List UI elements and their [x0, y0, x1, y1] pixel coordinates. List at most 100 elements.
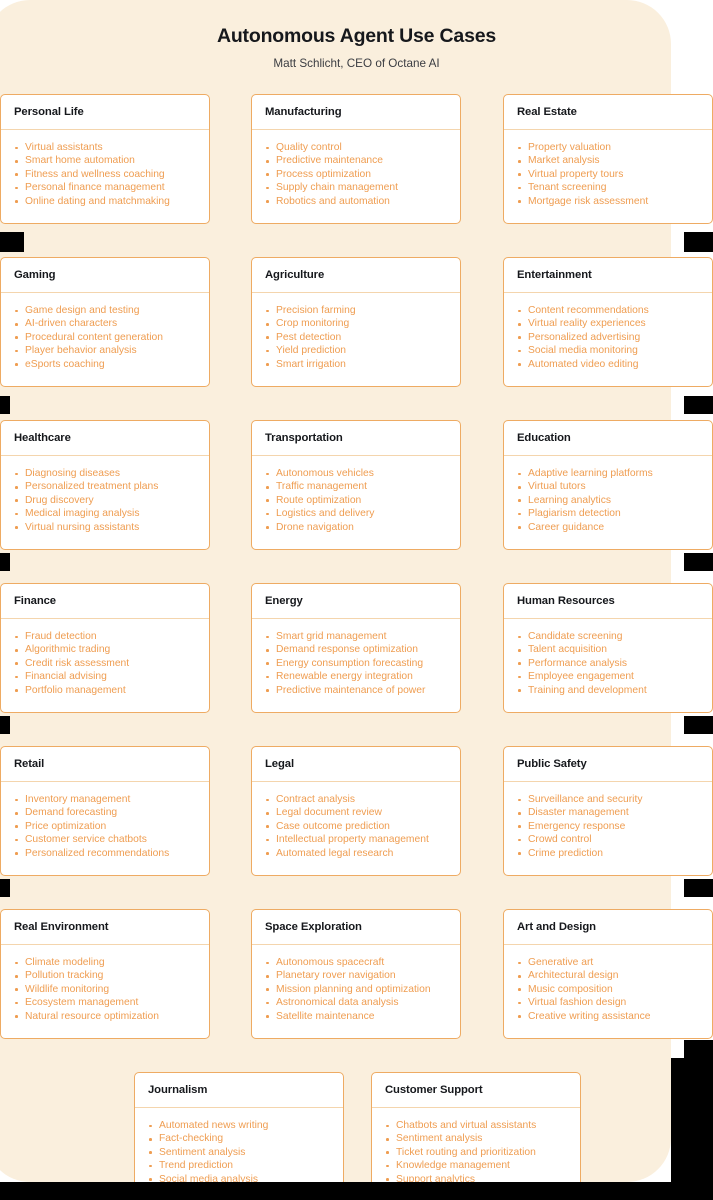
card-header: Personal Life	[1, 95, 209, 130]
use-case-list-item: Market analysis	[514, 154, 702, 167]
use-case-list-item: Online dating and matchmaking	[11, 195, 199, 208]
use-case-list-item: Personalized advertising	[514, 331, 702, 344]
use-case-list-item: Diagnosing diseases	[11, 467, 199, 480]
use-case-list: Candidate screening Talent acquisition Per…	[514, 630, 702, 697]
use-case-list-item: Medical imaging analysis	[11, 507, 199, 520]
use-case-list-item: Automated legal research	[262, 847, 450, 860]
use-case-card[interactable]: Art and Design Generative art Architectura…	[503, 909, 713, 1039]
page-subtitle: Matt Schlicht, CEO of Octane AI	[273, 57, 440, 70]
use-case-list-item: Mortgage risk assessment	[514, 195, 702, 208]
use-case-list-item: Plagiarism detection	[514, 507, 702, 520]
edge-artifact-bottom-right	[671, 1058, 713, 1200]
use-case-list-item: Satellite maintenance	[262, 1010, 450, 1023]
use-case-list-item: Sentiment analysis	[145, 1146, 333, 1159]
use-case-card[interactable]: Real Environment Climate modeling Pollutio…	[0, 909, 210, 1039]
use-case-list-item: Disaster management	[514, 806, 702, 819]
use-case-card[interactable]: Transportation Autonomous vehicles Traffic…	[251, 420, 461, 550]
use-case-list: Inventory management Demand forecasting Pr…	[11, 793, 199, 860]
use-case-list-item: Procedural content generation	[11, 331, 199, 344]
use-case-list-item: Virtual assistants	[11, 141, 199, 154]
use-case-list-item: Price optimization	[11, 820, 199, 833]
use-case-list-item: Virtual fashion design	[514, 996, 702, 1009]
use-case-card[interactable]: Gaming Game design and testing AI-driven c…	[0, 257, 210, 387]
use-case-list-item: Crop monitoring	[262, 317, 450, 330]
use-case-list-item: Player behavior analysis	[11, 344, 199, 357]
edge-artifact-bottom-band	[0, 1182, 713, 1200]
use-case-card[interactable]: Space Exploration Autonomous spacecraft Pl…	[251, 909, 461, 1039]
card-body: Generative art Architectural design Music …	[504, 945, 712, 1023]
card-body: Inventory management Demand forecasting Pr…	[1, 782, 209, 860]
use-case-list-item: Fact-checking	[145, 1132, 333, 1145]
use-case-card[interactable]: Retail Inventory management Demand forecas…	[0, 746, 210, 876]
use-case-list-item: Drone navigation	[262, 521, 450, 534]
card-row: Gaming Game design and testing AI-driven c…	[0, 257, 713, 420]
card-title: Manufacturing	[265, 106, 342, 118]
use-case-list-item: Precision farming	[262, 304, 450, 317]
use-case-card[interactable]: Journalism Automated news writing Fact-che…	[134, 1072, 344, 1200]
page-header: Autonomous Agent Use Cases Matt Schlicht…	[0, 0, 713, 70]
use-case-card[interactable]: Personal Life Virtual assistants Smart hom…	[0, 94, 210, 224]
use-case-card[interactable]: Manufacturing Quality control Predictive m…	[251, 94, 461, 224]
use-case-list-item: Mission planning and optimization	[262, 983, 450, 996]
use-case-list-item: Pest detection	[262, 331, 450, 344]
card-body: Surveillance and security Disaster manage…	[504, 782, 712, 860]
card-header: Journalism	[135, 1073, 343, 1108]
use-case-list-item: Personalized recommendations	[11, 847, 199, 860]
use-case-list: Contract analysis Legal document review Ca…	[262, 793, 450, 860]
card-row: Real Environment Climate modeling Pollutio…	[0, 909, 713, 1072]
card-body: Climate modeling Pollution tracking Wildli…	[1, 945, 209, 1023]
use-case-card[interactable]: Human Resources Candidate screening Talent…	[503, 583, 713, 713]
use-case-list-item: Talent acquisition	[514, 643, 702, 656]
card-header: Education	[504, 421, 712, 456]
card-title: Customer Support	[385, 1084, 483, 1096]
card-title: Real Estate	[517, 106, 577, 118]
use-case-list-item: Trend prediction	[145, 1159, 333, 1172]
use-case-list: Surveillance and security Disaster manage…	[514, 793, 702, 860]
card-title: Agriculture	[265, 269, 325, 281]
use-case-card[interactable]: Public Safety Surveillance and security Di…	[503, 746, 713, 876]
use-case-list-item: Case outcome prediction	[262, 820, 450, 833]
use-case-list: Autonomous spacecraft Planetary rover nav…	[262, 956, 450, 1023]
use-case-list-item: Virtual tutors	[514, 480, 702, 493]
card-body: Virtual assistants Smart home automation F…	[1, 130, 209, 208]
use-case-list: Virtual assistants Smart home automation F…	[11, 141, 199, 208]
use-case-list-item: Knowledge management	[382, 1159, 570, 1172]
use-case-list-item: Content recommendations	[514, 304, 702, 317]
card-header: Entertainment	[504, 258, 712, 293]
use-case-list-item: Performance analysis	[514, 657, 702, 670]
use-case-card[interactable]: Energy Smart grid management Demand respon…	[251, 583, 461, 713]
use-case-list-item: Generative art	[514, 956, 702, 969]
card-header: Healthcare	[1, 421, 209, 456]
use-case-card[interactable]: Entertainment Content recommendations Virt…	[503, 257, 713, 387]
use-case-card[interactable]: Legal Contract analysis Legal document rev…	[251, 746, 461, 876]
card-title: Energy	[265, 595, 303, 607]
use-case-list-item: Astronomical data analysis	[262, 996, 450, 1009]
use-case-card[interactable]: Finance Fraud detection Algorithmic tradin…	[0, 583, 210, 713]
use-case-card[interactable]: Agriculture Precision farming Crop monitor…	[251, 257, 461, 387]
edge-artifact-left-3	[0, 553, 10, 571]
use-case-card[interactable]: Education Adaptive learning platforms Virt…	[503, 420, 713, 550]
card-body: Smart grid management Demand response opt…	[252, 619, 460, 697]
use-case-list-item: Algorithmic trading	[11, 643, 199, 656]
use-case-list-item: Ecosystem management	[11, 996, 199, 1009]
use-case-list: Climate modeling Pollution tracking Wildli…	[11, 956, 199, 1023]
card-title: Retail	[14, 758, 45, 770]
card-header: Human Resources	[504, 584, 712, 619]
use-case-list-item: Predictive maintenance	[262, 154, 450, 167]
edge-artifact-right-5	[684, 879, 713, 897]
use-case-card[interactable]: Customer Support Chatbots and virtual ass…	[371, 1072, 581, 1200]
use-case-list-item: Virtual nursing assistants	[11, 521, 199, 534]
use-case-list-item: Intellectual property management	[262, 833, 450, 846]
use-case-list: Automated news writing Fact-checking Senti…	[145, 1119, 333, 1186]
use-case-card[interactable]: Real Estate Property valuation Market anal…	[503, 94, 713, 224]
edge-artifact-right-2	[684, 396, 713, 414]
card-body: Chatbots and virtual assistants Sentiment…	[372, 1108, 580, 1186]
use-case-card[interactable]: Healthcare Diagnosing diseases Personalize…	[0, 420, 210, 550]
card-title: Public Safety	[517, 758, 587, 770]
use-case-list-item: Supply chain management	[262, 181, 450, 194]
use-case-list-item: Ticket routing and prioritization	[382, 1146, 570, 1159]
card-header: Retail	[1, 747, 209, 782]
card-header: Gaming	[1, 258, 209, 293]
card-header: Agriculture	[252, 258, 460, 293]
use-case-list: Precision farming Crop monitoring Pest det…	[262, 304, 450, 371]
